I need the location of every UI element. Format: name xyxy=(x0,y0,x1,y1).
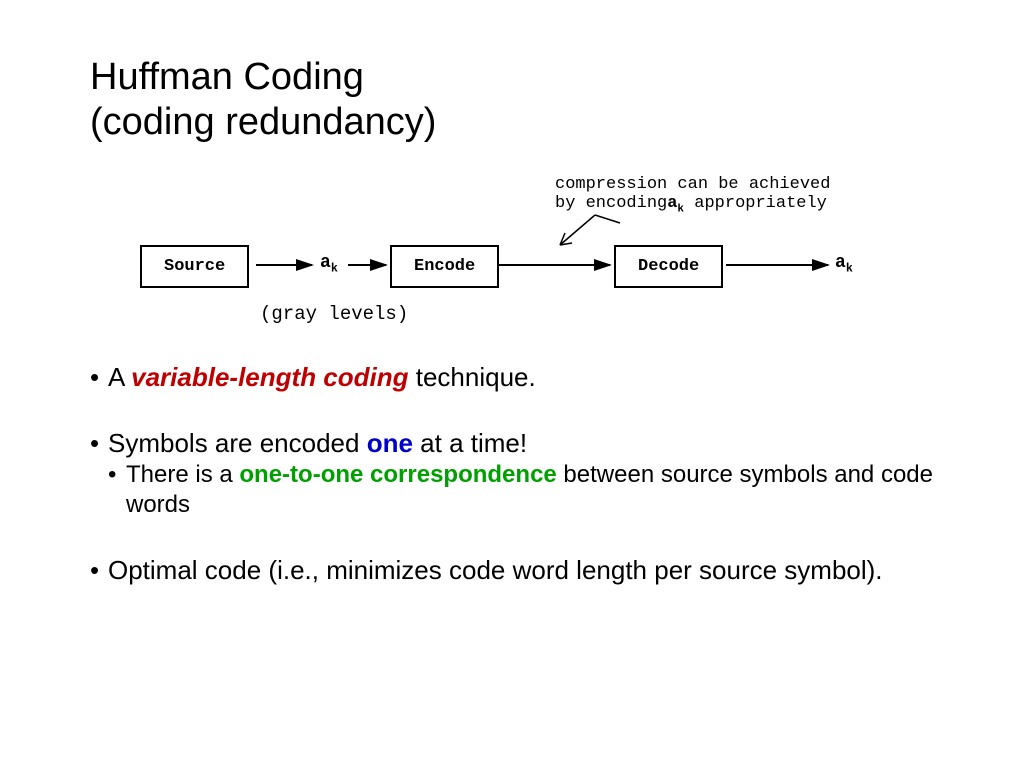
title-line-1: Huffman Coding xyxy=(90,56,364,98)
bullet-2: Symbols are encoded one at a time! There… xyxy=(90,427,944,520)
bullet-1: A variable-length coding technique. xyxy=(90,361,944,394)
bullet-3: Optimal code (i.e., minimizes code word … xyxy=(90,554,944,587)
arrow-source-to-ak xyxy=(90,175,990,355)
em-variable-length: variable-length coding xyxy=(131,362,408,392)
flow-diagram: compression can be achieved by encodinga… xyxy=(90,175,944,355)
em-one: one xyxy=(367,428,413,458)
title-line-2: (coding redundancy) xyxy=(90,101,436,143)
bullet-list: A variable-length coding technique. Symb… xyxy=(90,361,944,587)
em-one-to-one: one-to-one correspondence xyxy=(239,461,556,488)
slide-title: Huffman Coding (coding redundancy) xyxy=(90,55,944,145)
bullet-2-sub: There is a one-to-one correspondence bet… xyxy=(108,460,944,520)
